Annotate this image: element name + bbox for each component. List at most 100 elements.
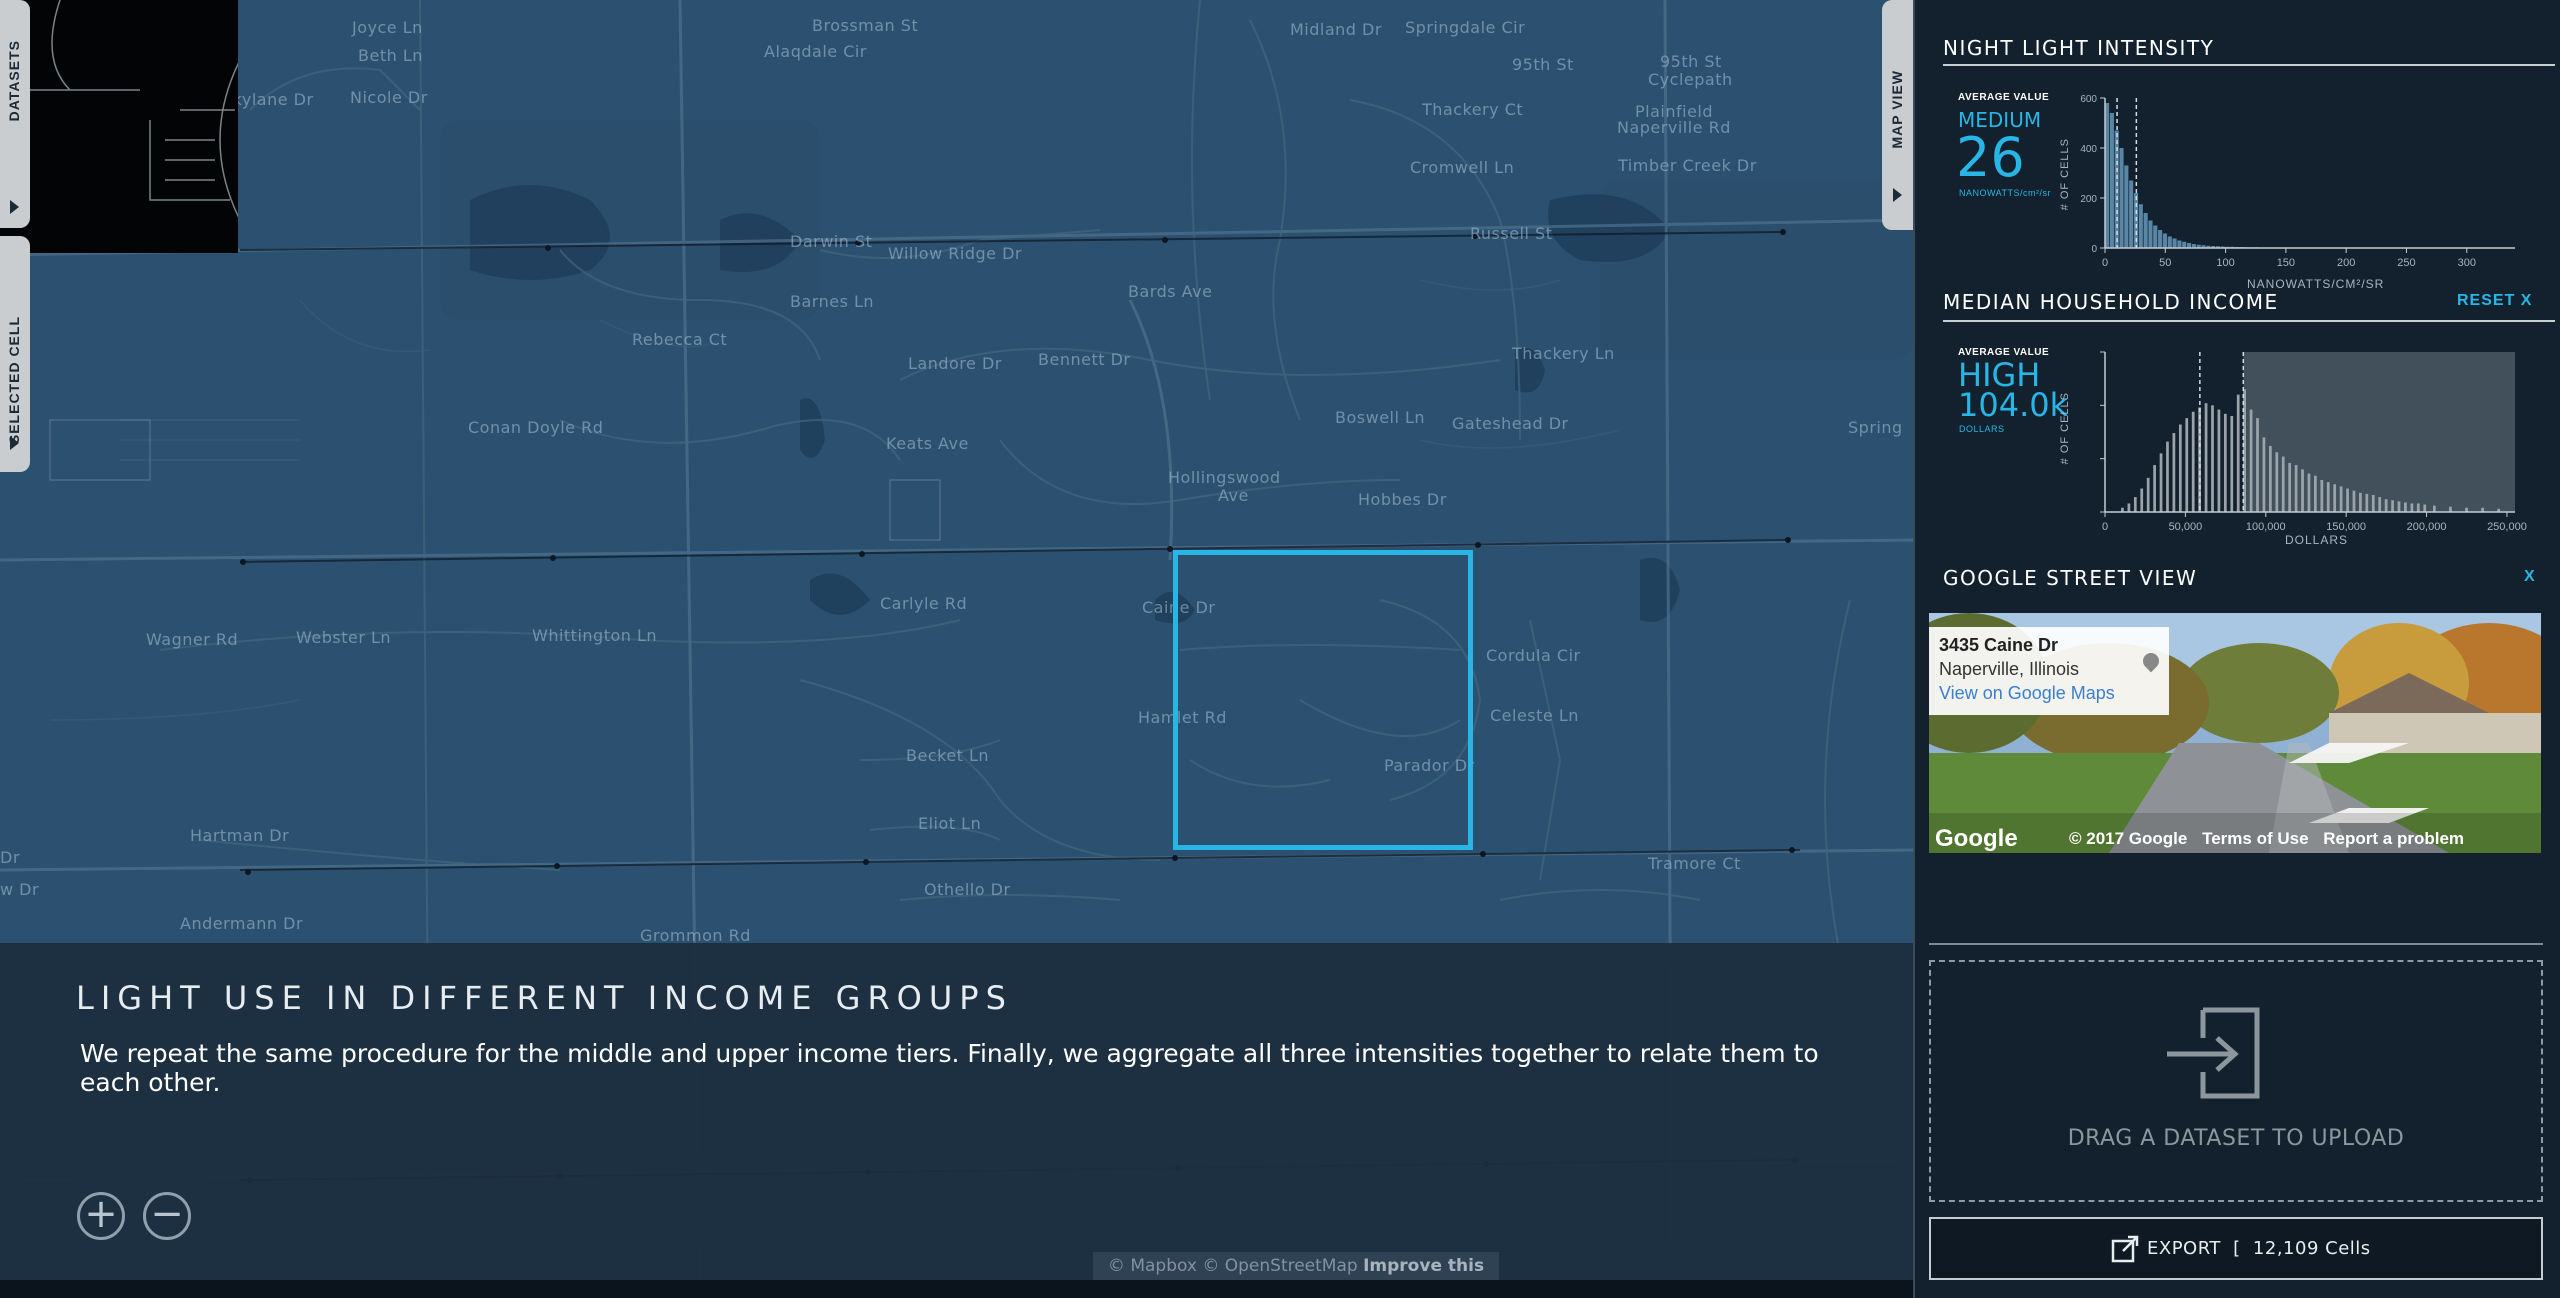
- x-tick-label: 0: [2102, 521, 2108, 533]
- histogram-bar: [2397, 501, 2401, 512]
- selected-cell-tab[interactable]: SELECTED CELL: [0, 236, 30, 472]
- map-pin-icon: [2139, 649, 2163, 673]
- y-tick-label: 0: [2091, 244, 2097, 255]
- histogram-bar: [2143, 213, 2148, 248]
- side-panel: NIGHT LIGHT INTENSITY AVERAGE VALUE MEDI…: [1913, 0, 2560, 1298]
- street-label: Nicole Dr: [350, 88, 428, 107]
- histogram-bar: [2365, 493, 2369, 512]
- map-view-tab-label: MAP VIEW: [1889, 70, 1905, 149]
- export-text: EXPORT [ 12,109 Cells: [2147, 1238, 2371, 1259]
- street-label: Bennett Dr: [1038, 350, 1131, 369]
- datasets-tab-label: DATASETS: [6, 40, 22, 122]
- histogram-bar: [2159, 453, 2163, 512]
- income-reset-button[interactable]: RESET X: [2457, 292, 2532, 310]
- histogram-bar: [2223, 413, 2227, 512]
- x-tick-label: 250: [2397, 257, 2415, 269]
- histogram-bar: [2339, 486, 2343, 512]
- report-problem-link[interactable]: Report a problem: [2323, 829, 2464, 848]
- histogram-bar: [2301, 469, 2304, 512]
- histogram-bar: [2256, 418, 2259, 512]
- street-label: Spring: [1848, 418, 1903, 437]
- street-view-info-card: 3435 Caine Dr Naperville, Illinois View …: [1929, 627, 2169, 715]
- histogram-bar: [2146, 477, 2150, 512]
- datasets-preview: [0, 0, 360, 253]
- histogram-bar: [2158, 230, 2163, 248]
- street-label: 95th St: [1512, 55, 1574, 74]
- zoom-in-button[interactable]: +: [77, 1192, 125, 1240]
- x-tick-label: 100,000: [2246, 521, 2286, 533]
- street-view-title: GOOGLE STREET VIEW: [1943, 566, 2198, 590]
- histogram-bar: [2138, 204, 2143, 248]
- street-label: Hollingswood: [1168, 468, 1281, 487]
- export-button[interactable]: EXPORT [ 12,109 Cells: [1929, 1217, 2543, 1280]
- income-value: 104.0k: [1958, 386, 2069, 424]
- street-label: Timber Creek Dr: [1618, 156, 1757, 175]
- histogram-bar: [2178, 424, 2182, 512]
- x-tick-label: 50: [2159, 257, 2171, 269]
- street-label: Thackery Ct: [1422, 100, 1524, 119]
- street-label: Boswell Ln: [1335, 408, 1426, 427]
- terms-of-use-link[interactable]: Terms of Use: [2202, 829, 2308, 848]
- street-label: Springdale Cir: [1405, 18, 1526, 37]
- street-label: Othello Dr: [924, 880, 1011, 899]
- map-view-tab[interactable]: MAP VIEW: [1882, 0, 1913, 230]
- story-title: LIGHT USE IN DIFFERENT INCOME GROUPS: [76, 979, 1013, 1017]
- street-label: Keats Ave: [886, 434, 969, 453]
- histogram-bar: [2320, 480, 2324, 512]
- story-text: We repeat the same procedure for the mid…: [80, 1039, 1819, 1097]
- histogram-bar: [2153, 225, 2158, 248]
- expand-arrow-icon: [1893, 188, 1902, 202]
- income-title: MEDIAN HOUSEHOLD INCOME: [1943, 290, 2279, 314]
- histogram-bar: [2384, 499, 2388, 512]
- street-label: Cordula Cir: [1486, 646, 1581, 665]
- street-label: Andermann Dr: [180, 914, 304, 933]
- datasets-tab[interactable]: DATASETS: [0, 0, 30, 228]
- histogram-bar: [2109, 113, 2114, 248]
- histogram-bar: [2404, 502, 2407, 512]
- histogram-bar: [2352, 490, 2356, 512]
- selected-cell-outline[interactable]: [1173, 550, 1473, 850]
- upload-dropzone[interactable]: DRAG A DATASET TO UPLOAD: [1929, 960, 2543, 1202]
- street-label: Eliot Ln: [918, 814, 982, 833]
- street-label: Cyclepath: [1648, 70, 1733, 89]
- map[interactable]: Joyce LnBeth LnKilburne LnSkylane DrNico…: [0, 0, 1913, 1298]
- street-label: Cromwell Ln: [1410, 158, 1515, 177]
- street-label: Willow Ridge Dr: [888, 244, 1022, 263]
- income-ylabel: # OF CELLS: [2059, 392, 2071, 465]
- zoom-out-button[interactable]: −: [143, 1192, 191, 1240]
- street-label: Landore Dr: [908, 354, 1002, 373]
- histogram-bar: [2288, 462, 2292, 512]
- google-logo: Google: [1935, 825, 2018, 852]
- histogram-bar: [2177, 240, 2182, 248]
- histogram-bar: [2148, 220, 2153, 248]
- histogram-bar: [2133, 497, 2137, 512]
- x-tick-label: 150,000: [2326, 521, 2366, 533]
- street-label: Celeste Ln: [1490, 706, 1579, 725]
- y-tick-label: 400: [2080, 144, 2097, 155]
- histogram-bar: [2236, 394, 2240, 512]
- night-light-histogram[interactable]: 0 50 100 150 200 250 300 0 200 400 600: [2075, 90, 2545, 270]
- histogram-bar: [2359, 492, 2362, 512]
- bottom-bar: [0, 1280, 1913, 1298]
- view-on-google-maps-link[interactable]: View on Google Maps: [1939, 683, 2115, 704]
- histogram-bar: [2333, 484, 2337, 512]
- street-label: Wagner Rd: [146, 630, 239, 649]
- street-view-footer: Google © 2017 Google Terms of Use Report…: [1929, 823, 2541, 853]
- histogram-bar: [2326, 482, 2330, 512]
- street-label: Thackery Ln: [1512, 344, 1615, 363]
- street-view-image[interactable]: 3435 Caine Dr Naperville, Illinois View …: [1929, 613, 2541, 853]
- histogram-bar: [2162, 233, 2167, 248]
- osm-link[interactable]: © OpenStreetMap: [1202, 1256, 1357, 1276]
- income-unit: DOLLARS: [1959, 424, 2005, 434]
- street-label: Hartman Dr: [190, 826, 290, 845]
- street-label: Brossman St: [812, 16, 919, 35]
- street-label: Midland Dr: [1290, 20, 1382, 39]
- street-view-address: 3435 Caine Dr: [1939, 635, 2059, 655]
- histogram-bar: [2433, 505, 2436, 512]
- street-view-close-button[interactable]: X: [2524, 568, 2536, 586]
- mapbox-link[interactable]: © Mapbox: [1108, 1256, 1197, 1276]
- histogram-bar: [2217, 409, 2221, 512]
- histogram-bar: [2249, 409, 2253, 512]
- income-histogram[interactable]: 0 50,000 100,000 150,000 200,000 250,000: [2075, 344, 2545, 534]
- x-tick-label: 150: [2277, 257, 2295, 269]
